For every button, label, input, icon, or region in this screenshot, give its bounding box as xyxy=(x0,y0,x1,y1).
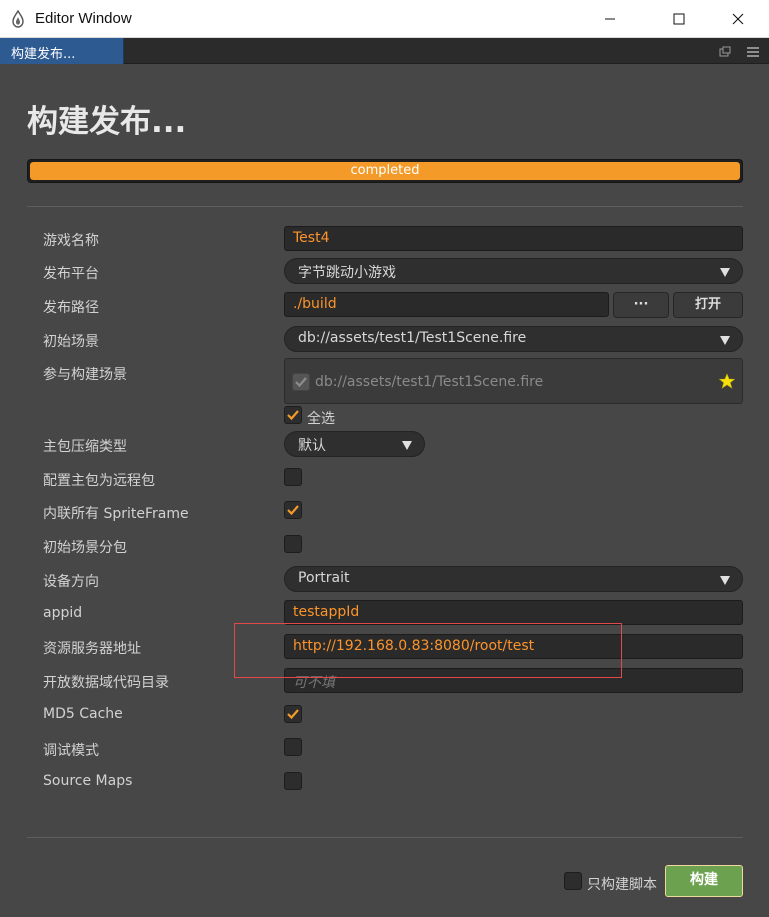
checkmark-icon xyxy=(287,709,299,720)
popout-icon[interactable] xyxy=(718,44,732,58)
debug-label: 调试模式 xyxy=(43,743,99,759)
orientation-select[interactable]: Portrait xyxy=(284,566,743,592)
orientation-label: 设备方向 xyxy=(43,574,99,590)
maximize-icon xyxy=(673,13,685,25)
build-script-only-label: 只构建脚本 xyxy=(587,877,657,893)
select-all-label: 全选 xyxy=(307,411,335,427)
panel-tabbar: 构建发布... xyxy=(0,38,769,64)
compression-value: 默认 xyxy=(298,438,326,454)
start-scene-label: 初始场景 xyxy=(43,334,99,350)
build-panel: 构建发布... completed 游戏名称 Test4 发布平台 字节跳动小游… xyxy=(0,64,769,917)
highlight-annotation xyxy=(234,623,622,678)
caret-down-icon xyxy=(720,576,730,585)
appid-input[interactable]: testappId xyxy=(284,600,743,625)
remote-main-checkbox[interactable] xyxy=(284,468,302,486)
divider-top xyxy=(27,206,743,207)
build-scenes-label: 参与构建场景 xyxy=(43,367,127,383)
start-scene-subpack-label: 初始场景分包 xyxy=(43,540,127,556)
platform-select[interactable]: 字节跳动小游戏 xyxy=(284,258,743,284)
build-progress-bar: completed xyxy=(27,159,743,183)
md5-cache-checkbox[interactable] xyxy=(284,705,302,723)
source-maps-checkbox[interactable] xyxy=(284,772,302,790)
source-maps-label: Source Maps xyxy=(43,773,133,789)
scene-item-label: db://assets/test1/Test1Scene.fire xyxy=(315,374,544,390)
caret-down-icon xyxy=(402,441,412,450)
build-path-label: 发布路径 xyxy=(43,300,99,316)
window-titlebar: Editor Window xyxy=(0,0,769,38)
checkmark-icon xyxy=(287,410,299,421)
compression-label: 主包压缩类型 xyxy=(43,439,127,455)
start-scene-star-icon xyxy=(718,373,736,393)
platform-label: 发布平台 xyxy=(43,266,99,282)
open-data-dir-label: 开放数据域代码目录 xyxy=(43,675,169,691)
minimize-button[interactable] xyxy=(587,0,633,38)
compression-select[interactable]: 默认 xyxy=(284,431,425,457)
inline-sprite-checkbox[interactable] xyxy=(284,501,302,519)
build-scenes-list: db://assets/test1/Test1Scene.fire xyxy=(284,358,743,404)
cocos-app-icon xyxy=(10,9,26,28)
platform-value: 字节跳动小游戏 xyxy=(298,265,396,281)
open-path-button[interactable]: 打开 xyxy=(673,292,743,318)
caret-down-icon xyxy=(720,268,730,277)
scene-item-checkbox xyxy=(292,373,310,391)
menu-icon[interactable] xyxy=(746,44,760,58)
browse-path-button[interactable]: ··· xyxy=(613,292,669,318)
start-scene-select[interactable]: db://assets/test1/Test1Scene.fire xyxy=(284,326,743,352)
game-name-input[interactable]: Test4 xyxy=(284,226,743,251)
build-script-only-checkbox[interactable] xyxy=(564,872,582,890)
orientation-value: Portrait xyxy=(298,570,350,586)
window-title: Editor Window xyxy=(35,10,132,27)
tab-build[interactable]: 构建发布... xyxy=(0,38,124,64)
inline-sprite-label: 内联所有 SpriteFrame xyxy=(43,506,189,522)
start-scene-subpack-checkbox[interactable] xyxy=(284,535,302,553)
remote-main-label: 配置主包为远程包 xyxy=(43,473,155,489)
minimize-icon xyxy=(605,18,615,20)
close-icon xyxy=(732,13,744,25)
close-button[interactable] xyxy=(715,0,761,38)
maximize-button[interactable] xyxy=(656,0,702,38)
build-path-input[interactable]: ./build xyxy=(284,292,609,317)
checkmark-icon xyxy=(295,377,307,388)
md5-cache-label: MD5 Cache xyxy=(43,706,123,722)
caret-down-icon xyxy=(720,336,730,345)
appid-label: appid xyxy=(43,605,83,621)
divider-bottom xyxy=(27,837,743,838)
build-button[interactable]: 构建 xyxy=(665,865,743,897)
progress-label: completed xyxy=(350,163,420,178)
page-title: 构建发布... xyxy=(27,104,187,140)
select-all-checkbox[interactable] xyxy=(284,406,302,424)
debug-checkbox[interactable] xyxy=(284,738,302,756)
start-scene-value: db://assets/test1/Test1Scene.fire xyxy=(298,330,527,346)
game-name-label: 游戏名称 xyxy=(43,233,99,249)
checkmark-icon xyxy=(287,505,299,516)
resource-server-label: 资源服务器地址 xyxy=(43,641,141,657)
